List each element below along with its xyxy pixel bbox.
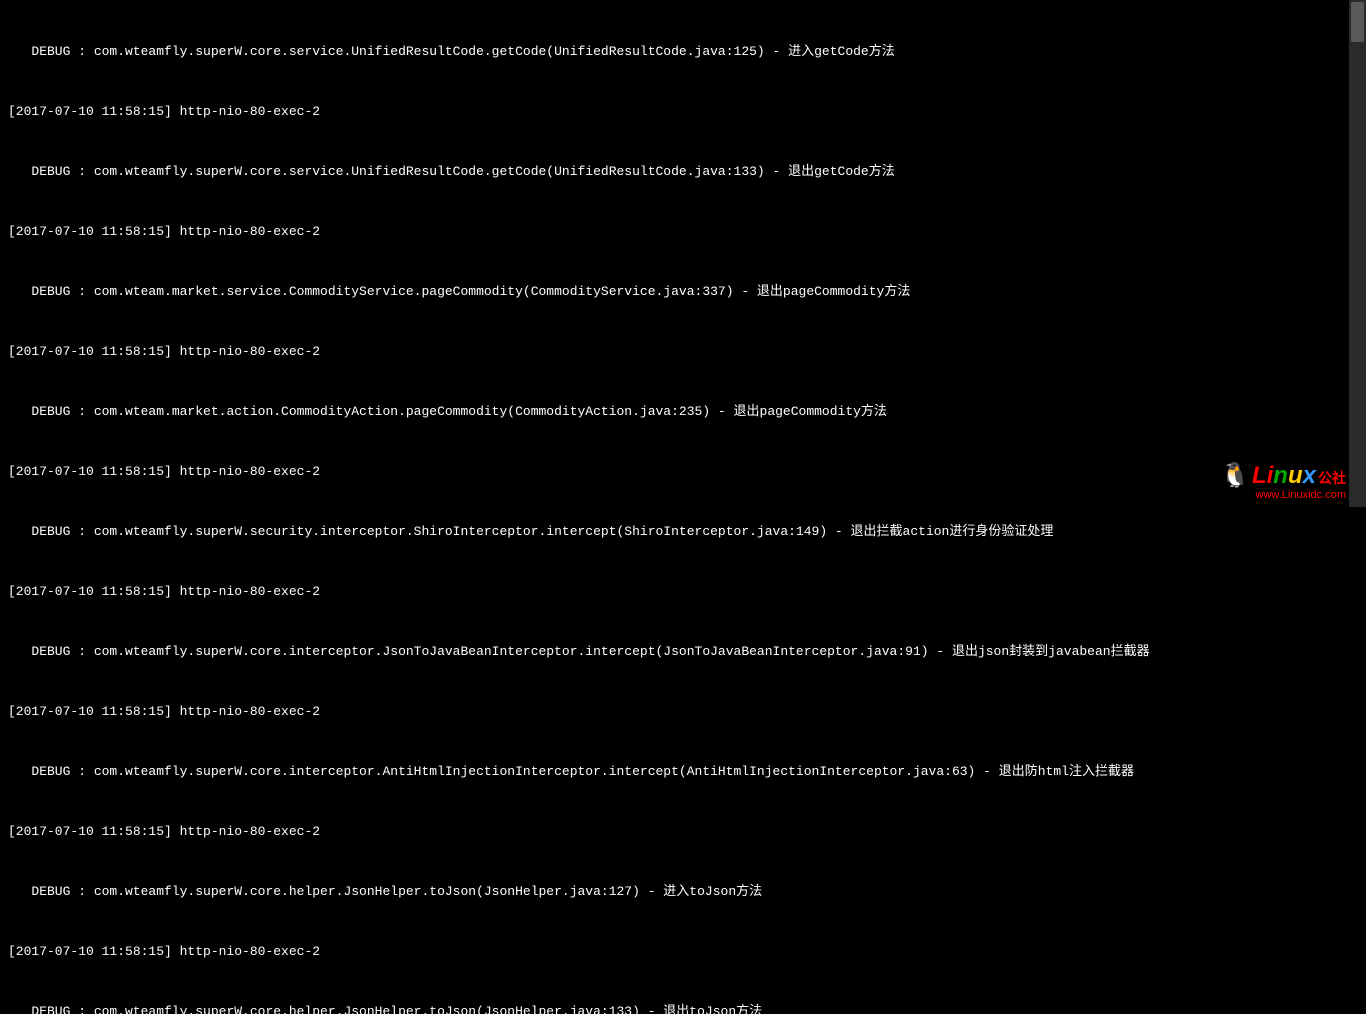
vertical-scrollbar[interactable] xyxy=(1349,0,1366,507)
log-line: DEBUG : com.wteamfly.superW.core.helper.… xyxy=(8,1002,1358,1014)
log-line: [2017-07-10 11:58:15] http-nio-80-exec-2 xyxy=(8,822,1358,842)
log-line: [2017-07-10 11:58:15] http-nio-80-exec-2 xyxy=(8,582,1358,602)
log-line: [2017-07-10 11:58:15] http-nio-80-exec-2 xyxy=(8,462,1358,482)
log-line: DEBUG : com.wteamfly.superW.core.service… xyxy=(8,42,1358,62)
terminal-output[interactable]: DEBUG : com.wteamfly.superW.core.service… xyxy=(8,2,1358,1014)
log-line: DEBUG : com.wteamfly.superW.core.interce… xyxy=(8,642,1358,662)
log-line: DEBUG : com.wteamfly.superW.core.helper.… xyxy=(8,882,1358,902)
log-line: [2017-07-10 11:58:15] http-nio-80-exec-2 xyxy=(8,702,1358,722)
log-line: [2017-07-10 11:58:15] http-nio-80-exec-2 xyxy=(8,222,1358,242)
log-line: DEBUG : com.wteamfly.superW.core.interce… xyxy=(8,762,1358,782)
brand-text: Linux xyxy=(1252,466,1316,486)
log-line: DEBUG : com.wteamfly.superW.core.service… xyxy=(8,162,1358,182)
watermark: 🐧 Linux 公社 www.Linuxidc.com xyxy=(1220,466,1346,505)
log-line: [2017-07-10 11:58:15] http-nio-80-exec-2 xyxy=(8,342,1358,362)
scrollbar-thumb[interactable] xyxy=(1351,2,1364,42)
log-line: DEBUG : com.wteamfly.superW.security.int… xyxy=(8,522,1358,542)
log-line: DEBUG : com.wteam.market.action.Commodit… xyxy=(8,402,1358,422)
log-line: [2017-07-10 11:58:15] http-nio-80-exec-2 xyxy=(8,942,1358,962)
log-line: [2017-07-10 11:58:15] http-nio-80-exec-2 xyxy=(8,102,1358,122)
penguin-icon: 🐧 xyxy=(1220,466,1250,486)
log-line: DEBUG : com.wteam.market.service.Commodi… xyxy=(8,282,1358,302)
